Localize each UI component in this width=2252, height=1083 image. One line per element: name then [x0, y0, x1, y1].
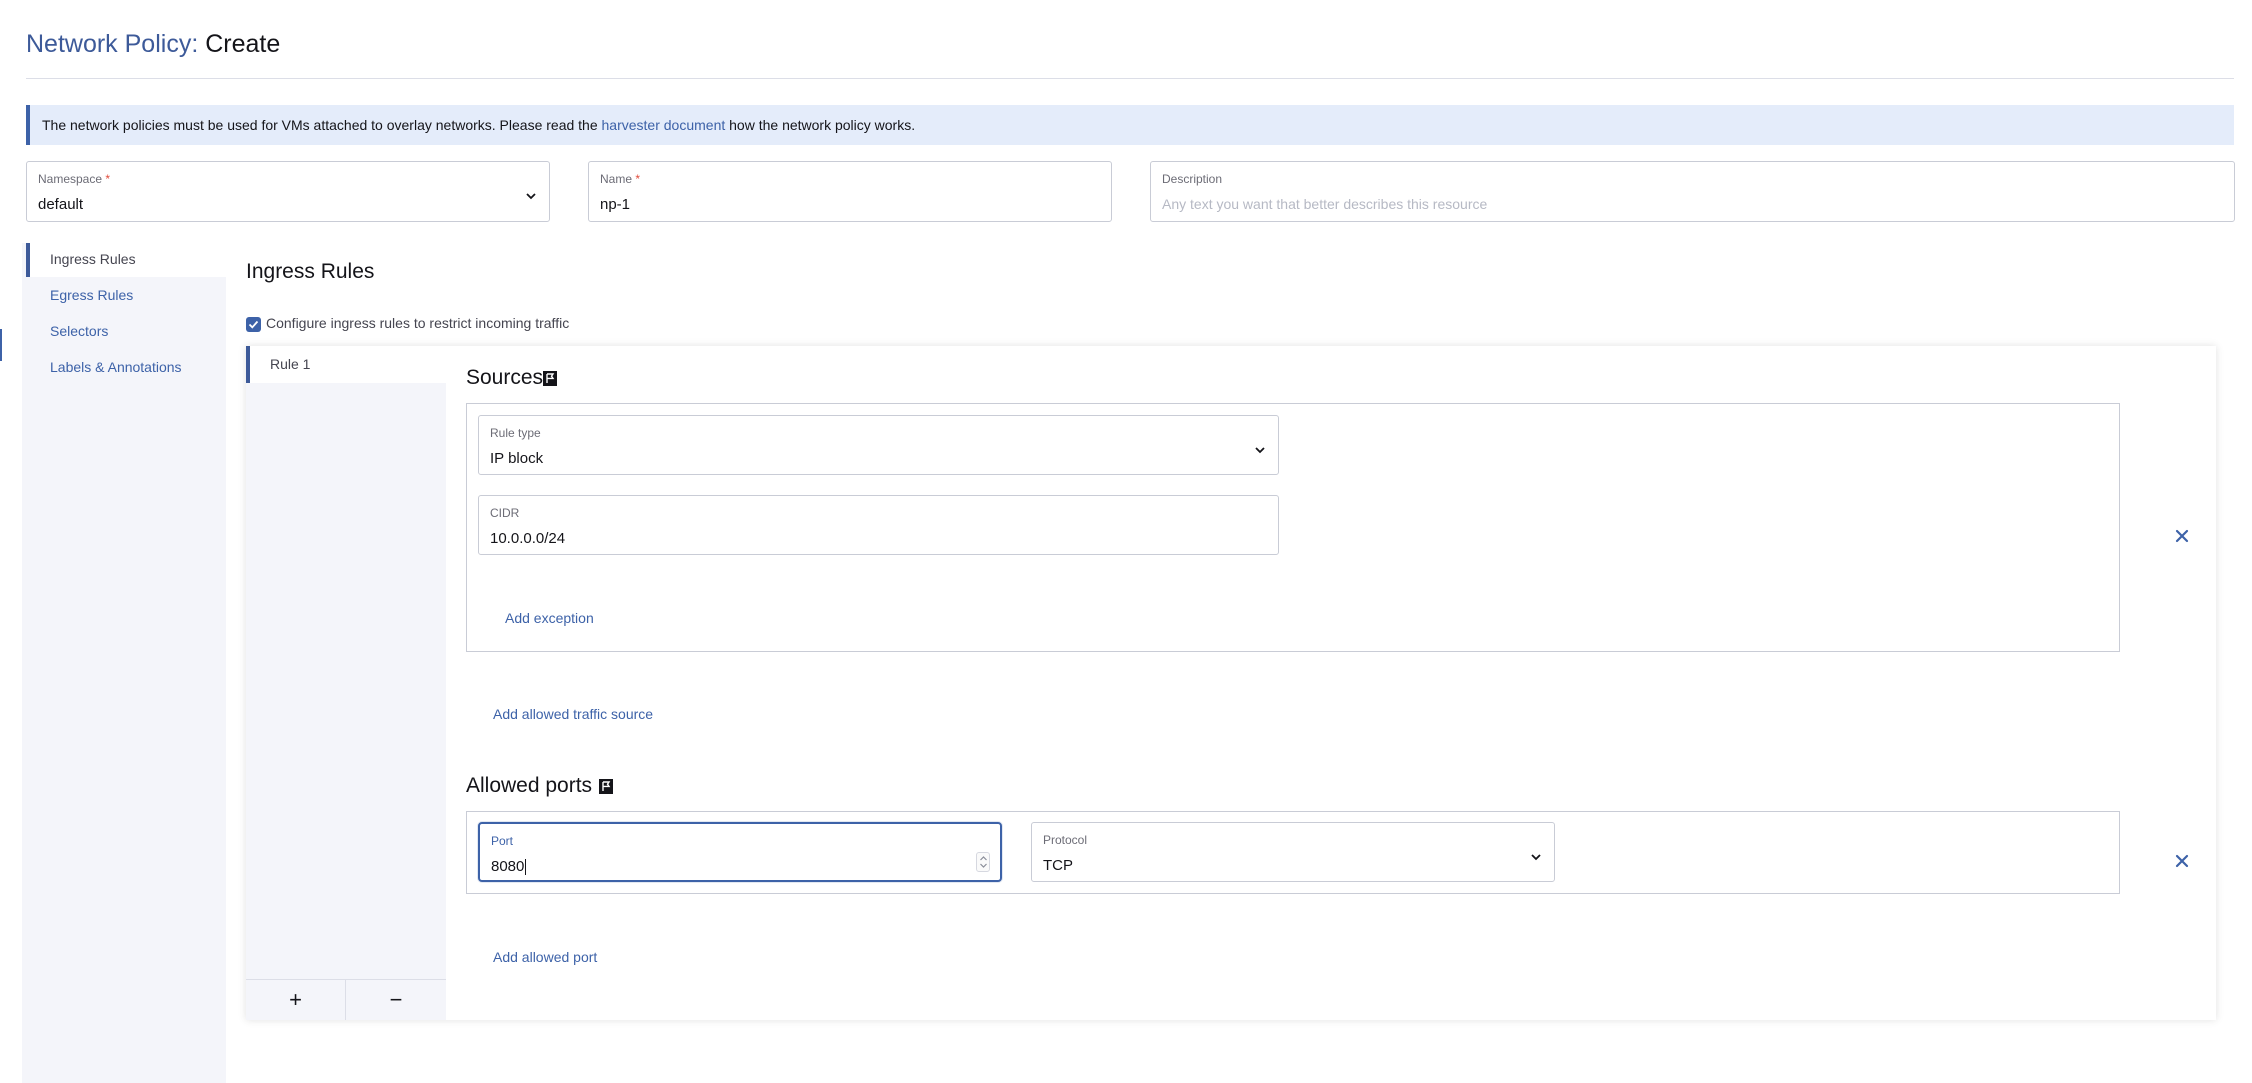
rule-type-label: Rule type [490, 426, 541, 440]
remove-port-close-icon[interactable] [2174, 853, 2190, 869]
text-caret [525, 859, 527, 876]
required-mark: * [105, 172, 111, 186]
banner-text-after: how the network policy works. [729, 117, 916, 133]
cidr-label: CIDR [490, 506, 520, 520]
remove-source-close-icon[interactable] [2174, 528, 2190, 544]
section-title: Ingress Rules [246, 260, 375, 283]
sidebar-item-egress-rules[interactable]: Egress Rules [50, 287, 133, 303]
remove-rule-button[interactable]: − [346, 980, 446, 1020]
banner-text-before: The network policies must be used for VM… [42, 117, 598, 133]
cidr-field[interactable]: CIDR 10.0.0.0/24 [478, 495, 1279, 555]
chevron-down-icon [1255, 447, 1265, 454]
protocol-value: TCP [1043, 857, 1073, 874]
namespace-value: default [38, 196, 84, 213]
description-label: Description [1162, 172, 1223, 186]
left-edge-indicator [0, 329, 2, 361]
chevron-down-icon [526, 193, 536, 200]
info-flag-icon[interactable] [543, 371, 557, 386]
sidebar-item-selectors[interactable]: Selectors [50, 323, 108, 339]
port-input[interactable]: Port 8080 [478, 822, 1002, 882]
rules-list [246, 346, 446, 1020]
required-mark: * [635, 172, 641, 186]
add-exception-button[interactable]: Add exception [505, 610, 594, 626]
header-divider [26, 78, 2234, 79]
cidr-value: 10.0.0.0/24 [490, 530, 566, 547]
add-traffic-source-button[interactable]: Add allowed traffic source [493, 706, 653, 722]
add-rule-button[interactable]: + [246, 980, 346, 1020]
protocol-select[interactable]: Protocol TCP [1031, 822, 1555, 882]
allowed-ports-title: Allowed ports [466, 774, 593, 797]
namespace-select[interactable]: Namespace * default [26, 161, 550, 222]
page-title-prefix: Network Policy: [26, 30, 199, 58]
rule-type-value: IP block [490, 450, 544, 467]
description-placeholder: Any text you want that better describes … [1162, 196, 1488, 212]
ingress-checkbox[interactable] [246, 317, 261, 332]
sidebar-item-ingress-rules[interactable]: Ingress Rules [50, 251, 136, 267]
harvester-document-link[interactable]: harvester document [602, 117, 726, 133]
name-label: Name * [600, 172, 640, 186]
namespace-label-text: Namespace [38, 172, 103, 186]
add-allowed-port-button[interactable]: Add allowed port [493, 949, 597, 965]
info-banner: The network policies must be used for VM… [26, 105, 2234, 145]
name-value: np-1 [600, 196, 631, 213]
port-value-text: 8080 [491, 858, 525, 875]
page-title: Network Policy: Create [26, 28, 280, 60]
rule-type-select[interactable]: Rule type IP block [478, 415, 1279, 475]
port-stepper[interactable] [976, 852, 990, 872]
page-title-suffix: Create [205, 30, 281, 58]
namespace-label: Namespace * [38, 172, 110, 186]
port-value: 8080 [491, 858, 527, 876]
rules-footer: + − [246, 979, 446, 1020]
name-label-text: Name [600, 172, 633, 186]
sources-title: Sources [466, 366, 544, 389]
info-flag-icon[interactable] [599, 779, 613, 794]
protocol-label: Protocol [1043, 833, 1088, 847]
ingress-checkbox-label[interactable]: Configure ingress rules to restrict inco… [266, 315, 569, 331]
sidebar-item-labels-annotations[interactable]: Labels & Annotations [50, 359, 182, 375]
check-icon [248, 320, 259, 329]
name-field[interactable]: Name * np-1 [588, 161, 1112, 222]
rule-tab-label: Rule 1 [270, 356, 311, 372]
stepper-arrows-icon [980, 856, 987, 868]
chevron-down-icon [1531, 854, 1541, 861]
description-field[interactable]: Description Any text you want that bette… [1150, 161, 2235, 222]
port-label: Port [491, 834, 514, 848]
